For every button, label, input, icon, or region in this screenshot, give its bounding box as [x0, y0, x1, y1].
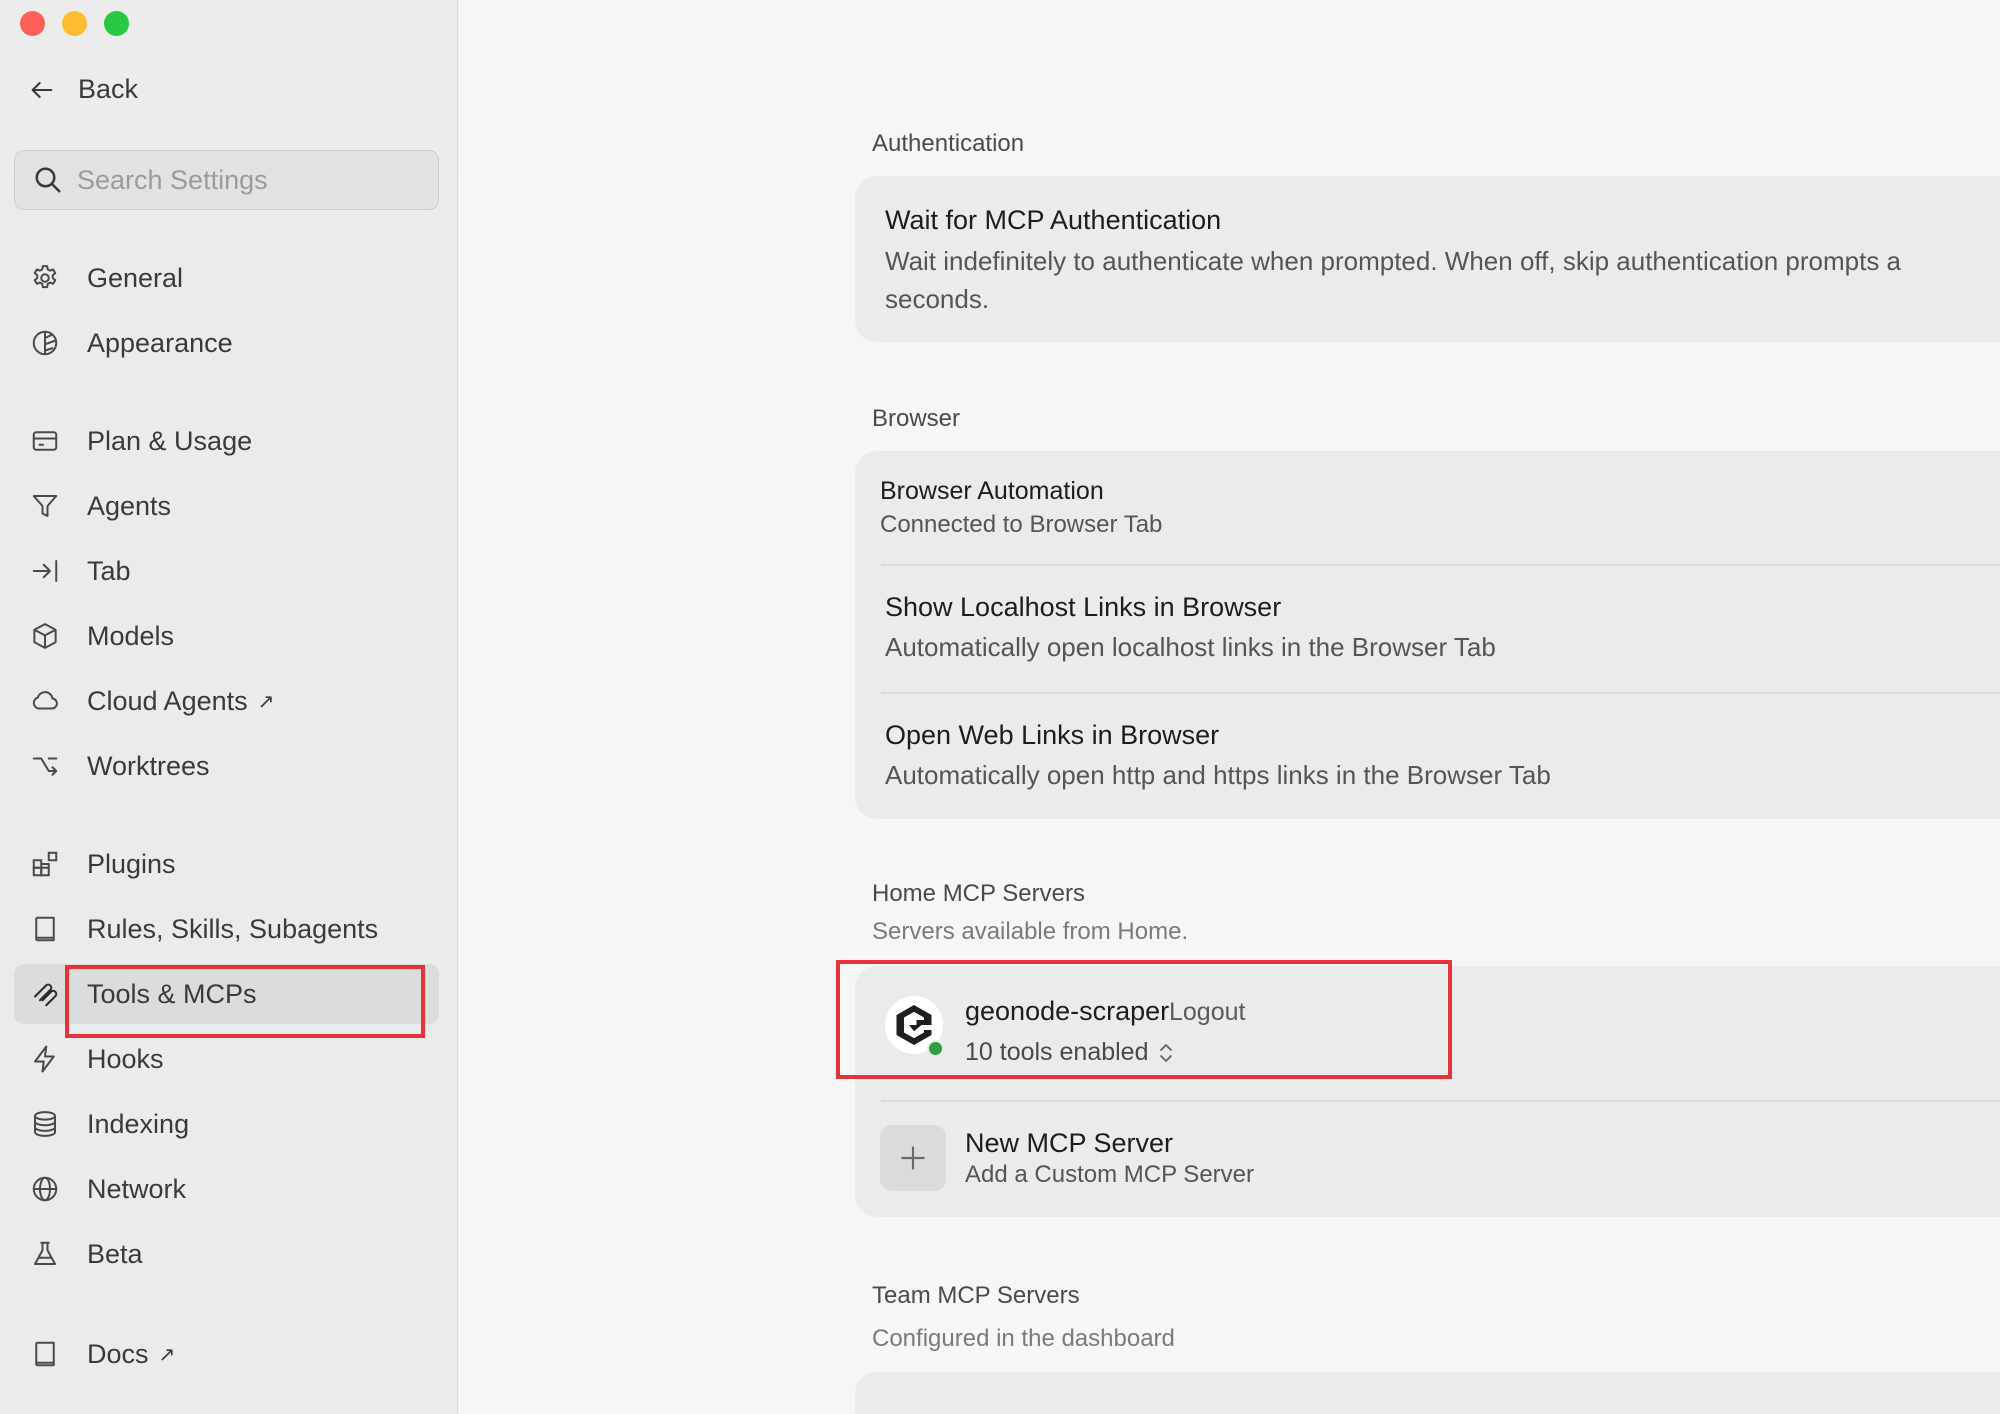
open-web-links-title: Open Web Links in Browser [885, 720, 1220, 750]
cube-icon [27, 618, 63, 654]
wait-mcp-auth-title: Wait for MCP Authentication [885, 205, 1222, 235]
external-link-icon: ↗ [158, 1343, 176, 1366]
sidebar-item-label: Plugins [87, 848, 176, 879]
section-subtitle-home-mcp: Servers available from Home. [872, 918, 1189, 945]
card-icon [27, 423, 63, 459]
flask-icon [27, 1236, 63, 1272]
tab-arrow-icon [27, 553, 63, 589]
divider [881, 692, 2000, 694]
status-online-indicator [927, 1040, 944, 1057]
section-subtitle-team-mcp: Configured in the dashboard [872, 1325, 1175, 1352]
new-mcp-server-desc: Add a Custom MCP Server [965, 1161, 1254, 1188]
window-controls [20, 11, 129, 36]
sidebar-item-plugins[interactable]: Plugins [14, 834, 439, 894]
minimize-window-button[interactable] [62, 11, 87, 36]
tools-enabled-label: 10 tools enabled [965, 1038, 1149, 1066]
back-button[interactable]: Back [28, 74, 138, 105]
book-icon [27, 911, 63, 947]
open-web-links-desc: Automatically open http and https links … [885, 760, 1551, 790]
authentication-card: Wait for MCP Authentication Wait indefin… [855, 176, 2000, 342]
section-title-team-mcp: Team MCP Servers [872, 1282, 1080, 1309]
back-label: Back [78, 74, 139, 104]
sidebar-item-label: Docs [87, 1338, 149, 1369]
sidebar-item-label: Hooks [87, 1043, 164, 1074]
section-title-authentication: Authentication [872, 130, 1025, 157]
sidebar-item-beta[interactable]: Beta [14, 1224, 439, 1284]
sidebar-item-indexing[interactable]: Indexing [14, 1094, 439, 1154]
divider [881, 1100, 2000, 1102]
cloud-icon [27, 683, 63, 719]
sidebar: Back General Appearance Plan & Usage Age… [0, 0, 458, 1414]
sidebar-item-label: General [87, 262, 184, 293]
tools-enabled-selector[interactable]: 10 tools enabled [965, 1038, 1174, 1067]
sidebar-item-label: Network [87, 1173, 187, 1204]
server-name: geonode-scraper [965, 996, 1170, 1026]
zoom-window-button[interactable] [104, 11, 129, 36]
home-mcp-card: geonode-scraper Logout 10 tools enabled … [855, 966, 2000, 1217]
section-title-browser: Browser [872, 405, 961, 432]
sidebar-item-label: Plan & Usage [87, 425, 253, 456]
sidebar-item-label: Tab [87, 555, 131, 586]
search-input[interactable] [77, 164, 407, 196]
browser-card: Browser Automation Connected to Browser … [855, 451, 2000, 819]
search-icon [35, 167, 61, 193]
sidebar-item-general[interactable]: General [14, 248, 439, 308]
bolt-icon [27, 1041, 63, 1077]
search-box[interactable] [14, 150, 439, 210]
show-localhost-links-title: Show Localhost Links in Browser [885, 592, 1282, 622]
sidebar-item-label: Agents [87, 490, 172, 521]
sidebar-item-label: Appearance [87, 327, 233, 358]
sidebar-item-plan-usage[interactable]: Plan & Usage [14, 411, 439, 471]
sidebar-item-tab[interactable]: Tab [14, 541, 439, 601]
wait-mcp-auth-desc-line2: seconds. [885, 284, 990, 314]
plus-icon [901, 1146, 925, 1170]
database-icon [27, 1106, 63, 1142]
sidebar-item-label: Beta [87, 1238, 143, 1269]
sidebar-item-tools-mcps[interactable]: Tools & MCPs [14, 964, 439, 1024]
external-link-icon: ↗ [257, 690, 275, 713]
tools-icon [27, 976, 63, 1012]
gear-icon [27, 260, 63, 296]
browser-automation-title: Browser Automation [880, 477, 1104, 505]
browser-automation-desc: Connected to Browser Tab [880, 511, 1163, 538]
appearance-icon [27, 325, 63, 361]
settings-content: Authentication Wait for MCP Authenticati… [459, 0, 2000, 1414]
sidebar-item-models[interactable]: Models [14, 606, 439, 666]
plugins-icon [27, 846, 63, 882]
sidebar-item-docs[interactable]: Docs ↗ [14, 1324, 439, 1384]
logout-button[interactable]: Logout [1169, 998, 1245, 1027]
section-title-home-mcp: Home MCP Servers [872, 880, 1085, 907]
sidebar-item-label: Indexing [87, 1108, 190, 1139]
sidebar-item-appearance[interactable]: Appearance [14, 313, 439, 373]
sidebar-item-label: Rules, Skills, Subagents [87, 913, 379, 944]
sidebar-item-agents[interactable]: Agents [14, 476, 439, 536]
sidebar-item-rules-skills-subagents[interactable]: Rules, Skills, Subagents [14, 899, 439, 959]
globe-icon [27, 1171, 63, 1207]
show-localhost-links-desc: Automatically open localhost links in th… [885, 632, 1496, 662]
sidebar-item-hooks[interactable]: Hooks [14, 1029, 439, 1089]
sidebar-item-label: Cloud Agents [87, 685, 248, 716]
close-window-button[interactable] [20, 11, 45, 36]
sidebar-item-label: Models [87, 620, 175, 651]
branch-icon [27, 748, 63, 784]
team-mcp-card [855, 1372, 2000, 1414]
sidebar-item-cloud-agents[interactable]: Cloud Agents ↗ [14, 671, 439, 731]
sidebar-item-network[interactable]: Network [14, 1159, 439, 1219]
sidebar-item-label: Worktrees [87, 750, 210, 781]
arrow-left-icon [31, 81, 53, 98]
sidebar-item-worktrees[interactable]: Worktrees [14, 736, 439, 796]
sidebar-item-label: Tools & MCPs [87, 978, 257, 1009]
chevron-up-down-icon [1160, 1043, 1173, 1062]
new-mcp-server-title[interactable]: New MCP Server [965, 1128, 1173, 1159]
funnel-icon [27, 488, 63, 524]
divider [881, 564, 2000, 566]
wait-mcp-auth-desc-line1: Wait indefinitely to authenticate when p… [885, 246, 1902, 276]
docs-icon [27, 1336, 63, 1372]
add-mcp-server-button[interactable] [880, 1125, 946, 1191]
